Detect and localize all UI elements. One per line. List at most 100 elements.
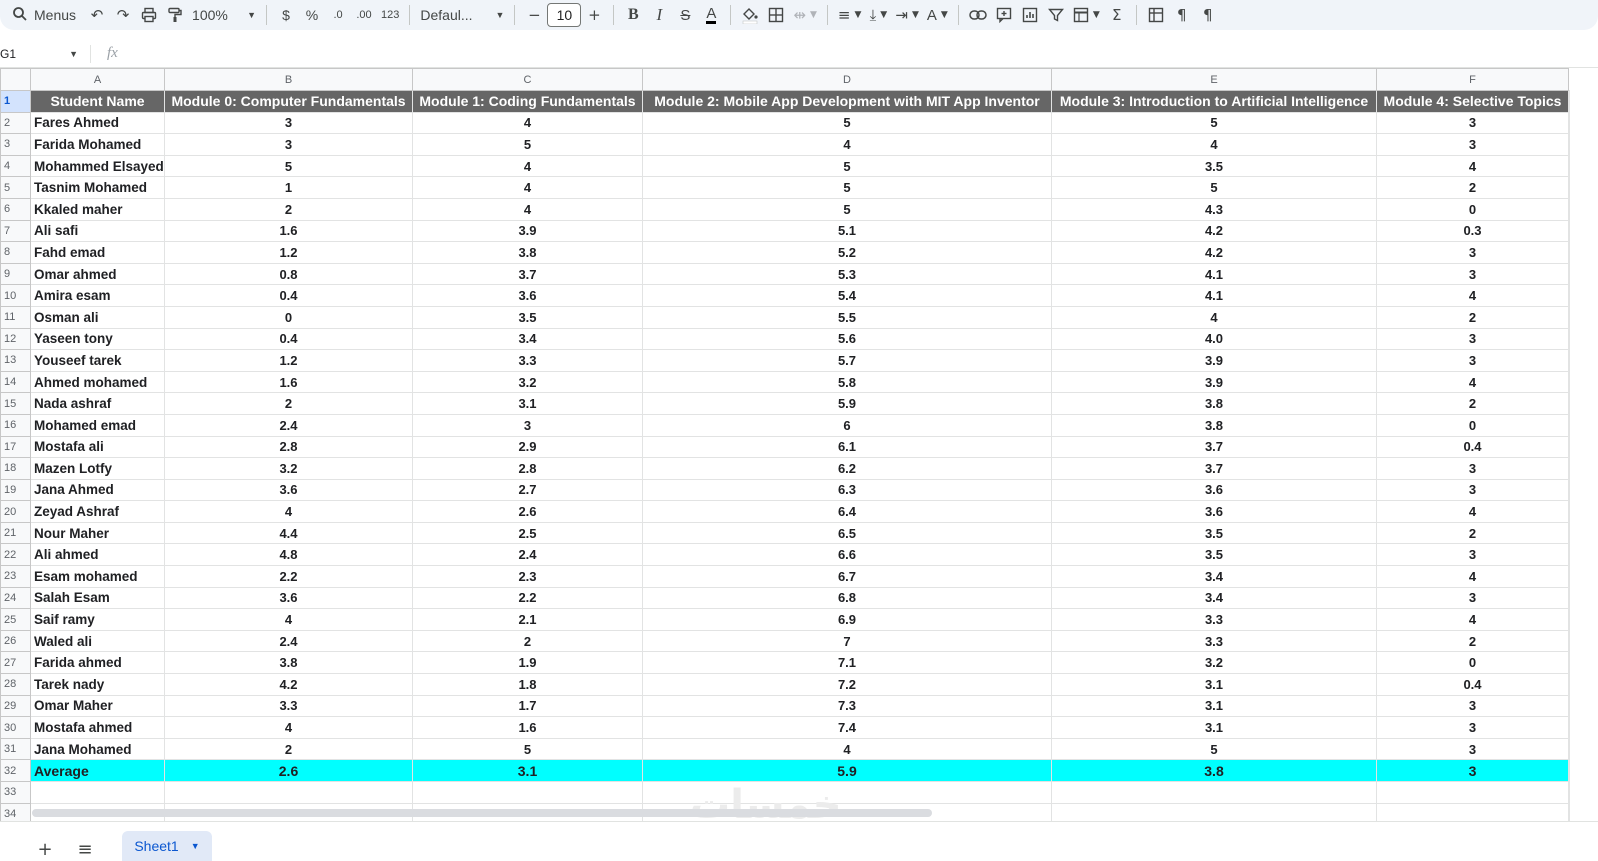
score-cell[interactable]: 3.5	[412, 305, 643, 329]
score-cell[interactable]: 3	[1376, 262, 1569, 286]
score-cell[interactable]: 4.1	[1051, 284, 1377, 307]
score-cell[interactable]: 6.5	[642, 521, 1052, 545]
row-header[interactable]: 27	[0, 651, 31, 675]
score-cell[interactable]: 4.2	[1051, 241, 1377, 264]
row-header[interactable]: 5	[0, 176, 31, 199]
functions-icon[interactable]: Σ	[1104, 2, 1130, 28]
empty-cell[interactable]	[1568, 586, 1570, 610]
chart-icon[interactable]	[1017, 2, 1043, 28]
decrease-font-size-icon[interactable]: −	[521, 2, 547, 28]
score-cell[interactable]: 1.7	[412, 694, 643, 718]
score-cell[interactable]: 7.3	[642, 694, 1052, 718]
print-icon[interactable]	[136, 2, 162, 28]
score-cell[interactable]: 2	[164, 737, 413, 761]
score-cell[interactable]: 0.4	[164, 284, 413, 307]
empty-cell[interactable]	[1568, 457, 1570, 480]
score-cell[interactable]: 2.4	[164, 413, 413, 437]
empty-cell[interactable]	[1568, 219, 1570, 243]
empty-cell[interactable]	[1568, 176, 1570, 199]
score-cell[interactable]: 4.3	[1051, 197, 1377, 221]
score-cell[interactable]: 3	[164, 111, 413, 135]
align-icon[interactable]: ≡ ▼	[834, 2, 866, 28]
student-name-cell[interactable]: Ali ahmed	[30, 543, 165, 567]
score-cell[interactable]: 3	[1376, 327, 1569, 351]
row-header[interactable]: 22	[0, 543, 31, 567]
tab-sheet1[interactable]: Sheet1 ▼	[122, 831, 212, 861]
row-header[interactable]: 10	[0, 284, 31, 307]
score-cell[interactable]: 5.5	[642, 305, 1052, 329]
header-cell[interactable]: Student Name	[30, 90, 165, 113]
row-header[interactable]: 11	[0, 305, 31, 329]
score-cell[interactable]: 1.6	[164, 219, 413, 243]
empty-cell[interactable]	[1568, 90, 1570, 113]
row-header[interactable]: 17	[0, 435, 31, 459]
row-header[interactable]: 30	[0, 716, 31, 739]
score-cell[interactable]: 0.3	[1376, 219, 1569, 243]
student-name-cell[interactable]: Jana Ahmed	[30, 478, 165, 502]
header-cell[interactable]: Module 2: Mobile App Development with MI…	[642, 90, 1052, 113]
empty-cell[interactable]	[1568, 327, 1570, 351]
score-cell[interactable]: 5.4	[642, 284, 1052, 307]
score-cell[interactable]: 3	[164, 133, 413, 156]
student-name-cell[interactable]: Ali safi	[30, 219, 165, 243]
row-header[interactable]: 29	[0, 694, 31, 718]
score-cell[interactable]: 5	[1051, 737, 1377, 761]
score-cell[interactable]: 0.4	[164, 327, 413, 351]
empty-cell[interactable]	[1568, 133, 1570, 156]
score-cell[interactable]: 5	[164, 154, 413, 178]
empty-cell[interactable]	[164, 781, 413, 804]
row-header[interactable]: 12	[0, 327, 31, 351]
empty-cell[interactable]	[1568, 413, 1570, 437]
score-cell[interactable]: 0	[164, 305, 413, 329]
decrease-decimal-button[interactable]: .0	[325, 2, 351, 28]
score-cell[interactable]: 0	[1376, 651, 1569, 675]
score-cell[interactable]: 2.2	[412, 586, 643, 610]
student-name-cell[interactable]: Osman ali	[30, 305, 165, 329]
score-cell[interactable]: 3.3	[164, 694, 413, 718]
empty-cell[interactable]	[30, 781, 165, 804]
filter-icon[interactable]	[1043, 2, 1069, 28]
score-cell[interactable]: 5.9	[642, 392, 1052, 415]
row-header[interactable]: 7	[0, 219, 31, 243]
student-name-cell[interactable]: Farida Mohamed	[30, 133, 165, 156]
borders-icon[interactable]	[763, 2, 789, 28]
score-cell[interactable]: 4.4	[164, 521, 413, 545]
score-cell[interactable]: 6.2	[642, 457, 1052, 480]
score-cell[interactable]: 2.1	[412, 608, 643, 631]
score-cell[interactable]: 1.2	[164, 241, 413, 264]
font-select[interactable]: Defaul... ▼	[416, 2, 508, 28]
score-cell[interactable]: 3.4	[1051, 565, 1377, 588]
empty-cell[interactable]	[1568, 716, 1570, 739]
score-cell[interactable]: 2.7	[412, 478, 643, 502]
average-label-cell[interactable]: Average	[30, 759, 165, 782]
score-cell[interactable]: 5	[1051, 176, 1377, 199]
student-name-cell[interactable]: Nada ashraf	[30, 392, 165, 415]
score-cell[interactable]: 3.2	[412, 370, 643, 394]
score-cell[interactable]: 5	[1051, 111, 1377, 135]
score-cell[interactable]: 5.1	[642, 219, 1052, 243]
empty-cell[interactable]	[1376, 781, 1569, 804]
score-cell[interactable]: 4	[642, 133, 1052, 156]
score-cell[interactable]: 6.7	[642, 565, 1052, 588]
score-cell[interactable]: 5	[642, 111, 1052, 135]
score-cell[interactable]: 0.8	[164, 262, 413, 286]
fill-color-icon[interactable]	[737, 2, 763, 28]
strikethrough-icon[interactable]: S	[672, 2, 698, 28]
empty-cell[interactable]	[1568, 392, 1570, 415]
row-header[interactable]: 24	[0, 586, 31, 610]
score-cell[interactable]: 3.7	[1051, 435, 1377, 459]
score-cell[interactable]: 2	[1376, 392, 1569, 415]
score-cell[interactable]: 4	[1376, 154, 1569, 178]
score-cell[interactable]: 3.8	[1051, 413, 1377, 437]
score-cell[interactable]: 1.9	[412, 651, 643, 675]
row-header[interactable]: 33	[0, 781, 31, 804]
search-menus[interactable]: Menus	[6, 2, 84, 28]
score-cell[interactable]: 2.9	[412, 435, 643, 459]
score-cell[interactable]: 7.1	[642, 651, 1052, 675]
score-cell[interactable]: 2	[1376, 176, 1569, 199]
empty-cell[interactable]	[1568, 241, 1570, 264]
header-cell[interactable]: Module 1: Coding Fundamentals	[412, 90, 643, 113]
student-name-cell[interactable]: Amira esam	[30, 284, 165, 307]
score-cell[interactable]: 4.2	[164, 673, 413, 696]
score-cell[interactable]: 4	[412, 176, 643, 199]
